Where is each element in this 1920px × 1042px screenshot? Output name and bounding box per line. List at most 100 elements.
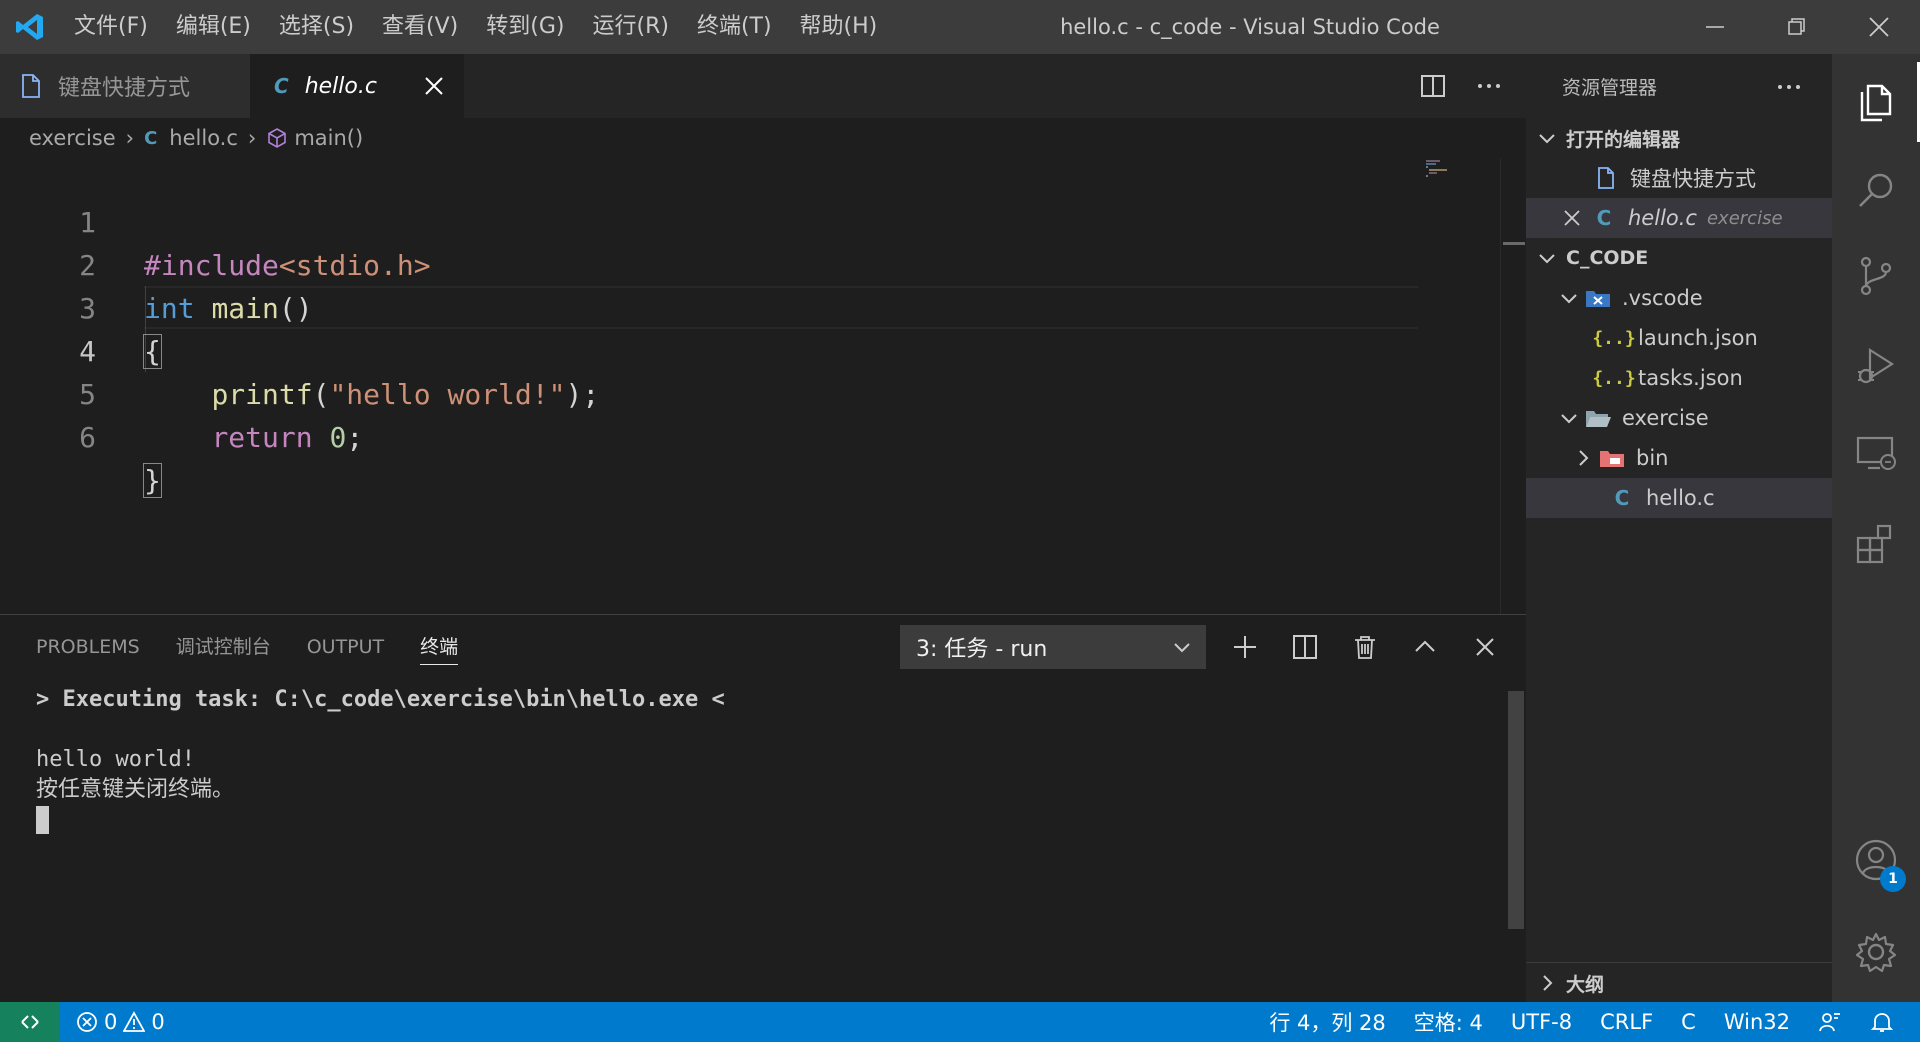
minimize-icon — [1706, 26, 1724, 28]
run-debug-button[interactable] — [1832, 326, 1920, 406]
minimize-button[interactable] — [1674, 0, 1756, 54]
chevron-down-icon — [1174, 643, 1190, 653]
tab-output[interactable]: OUTPUT — [307, 615, 384, 679]
editor-scrollbar[interactable] — [1500, 158, 1526, 614]
close-panel-icon[interactable] — [1472, 634, 1498, 660]
breadcrumb: exercise › C hello.c › main() — [0, 118, 1526, 158]
tab-close-icon[interactable] — [422, 74, 446, 98]
run-debug-icon — [1858, 347, 1895, 384]
scroll-position-marker — [1503, 242, 1525, 245]
tab-keyboard-shortcuts[interactable]: 键盘快捷方式 — [0, 54, 250, 118]
tree-item-tasks-json[interactable]: {..} tasks.json — [1526, 358, 1832, 398]
error-icon — [77, 1012, 97, 1032]
menu-help[interactable]: 帮助(H) — [786, 0, 892, 54]
section-title: 打开的编辑器 — [1566, 128, 1681, 151]
matched-brace: } — [143, 463, 162, 498]
cursor-position[interactable]: 行 4，列 28 — [1269, 1007, 1385, 1037]
more-actions-icon[interactable] — [1776, 74, 1802, 100]
breadcrumb-folder[interactable]: exercise — [29, 126, 116, 150]
code-editor[interactable]: 1 #include<stdio.h> 2 int main() 3 { 4 p… — [0, 158, 1500, 614]
terminal-output[interactable]: > Executing task: C:\c_code\exercise\bin… — [36, 685, 725, 835]
open-editor-keyboard-shortcuts[interactable]: 键盘快捷方式 — [1526, 158, 1832, 198]
tab-debug-console[interactable]: 调试控制台 — [176, 615, 271, 679]
indentation[interactable]: 空格: 4 — [1414, 1007, 1483, 1037]
tree-item-label: hello.c — [1646, 486, 1715, 510]
end-of-line[interactable]: CRLF — [1600, 1010, 1653, 1034]
code-line-4: 4 printf("hello world!"); — [0, 287, 1500, 411]
terminal-scrollbar[interactable] — [1508, 691, 1524, 929]
trash-icon[interactable] — [1352, 634, 1378, 660]
terminal-select[interactable]: 3: 任务 - run — [900, 625, 1206, 669]
bell-icon[interactable] — [1870, 1010, 1894, 1034]
source-control-button[interactable] — [1832, 236, 1920, 316]
explorer-title: 资源管理器 — [1562, 76, 1658, 99]
menu-bar: 文件(F) 编辑(E) 选择(S) 查看(V) 转到(G) 运行(R) 终端(T… — [60, 0, 891, 54]
open-editor-label: 键盘快捷方式 — [1630, 167, 1756, 191]
open-editors-header[interactable]: 打开的编辑器 — [1526, 118, 1832, 158]
tree-item-bin[interactable]: bin — [1526, 438, 1832, 478]
window-controls — [1674, 0, 1920, 54]
number-token: 0 — [329, 421, 347, 454]
panel-actions — [1232, 625, 1498, 669]
accounts-button[interactable]: 1 — [1832, 820, 1920, 900]
menu-file[interactable]: 文件(F) — [60, 0, 162, 54]
punctuation-token: ; — [346, 421, 364, 454]
code-line-5: 5 return 0; — [0, 330, 1500, 454]
search-button[interactable] — [1832, 150, 1920, 230]
bin-folder-icon — [1598, 444, 1626, 472]
encoding[interactable]: UTF-8 — [1511, 1010, 1572, 1034]
explorer-sidebar: 资源管理器 打开的编辑器 键盘快捷方式 C hello.c exercise C… — [1526, 54, 1832, 1002]
feedback-icon[interactable] — [1818, 1010, 1842, 1034]
warning-count: 0 — [151, 1010, 165, 1034]
tree-item-hello-c[interactable]: C hello.c — [1526, 478, 1832, 518]
chevron-right-icon — [1543, 975, 1553, 991]
menu-go[interactable]: 转到(G) — [472, 0, 578, 54]
menu-selection[interactable]: 选择(S) — [265, 0, 368, 54]
workspace-header[interactable]: C_CODE — [1526, 238, 1832, 278]
tab-terminal[interactable]: 终端 — [420, 615, 459, 679]
code-line-6: 6 } — [0, 373, 1500, 498]
status-right: 行 4，列 28 空格: 4 UTF-8 CRLF C Win32 — [1269, 1002, 1920, 1042]
outline-section[interactable]: 大纲 — [1526, 962, 1832, 1002]
platform[interactable]: Win32 — [1724, 1010, 1790, 1034]
tree-item-label: bin — [1636, 446, 1669, 470]
breadcrumb-file[interactable]: hello.c — [169, 126, 238, 150]
chevron-right-icon — [1579, 450, 1589, 466]
tree-item-label: exercise — [1622, 406, 1709, 430]
title-bar: 文件(F) 编辑(E) 选择(S) 查看(V) 转到(G) 运行(R) 终端(T… — [0, 0, 1920, 54]
new-terminal-icon[interactable] — [1232, 634, 1258, 660]
breadcrumb-symbol[interactable]: main() — [294, 126, 363, 150]
tree-item-label: launch.json — [1638, 326, 1758, 350]
split-terminal-icon[interactable] — [1292, 634, 1318, 660]
minimap[interactable] — [1424, 158, 1500, 614]
problems-indicator[interactable]: 0 0 — [76, 1010, 165, 1034]
remote-indicator-button[interactable] — [0, 1002, 60, 1042]
tab-problems[interactable]: PROBLEMS — [36, 615, 140, 679]
more-actions-icon[interactable] — [1476, 73, 1502, 99]
language-mode[interactable]: C — [1681, 1010, 1696, 1034]
menu-terminal[interactable]: 终端(T) — [683, 0, 786, 54]
menu-view[interactable]: 查看(V) — [368, 0, 472, 54]
open-editor-hello-c[interactable]: C hello.c exercise — [1526, 198, 1832, 238]
close-window-button[interactable] — [1838, 0, 1920, 54]
tree-item-vscode[interactable]: .vscode — [1526, 278, 1832, 318]
extensions-button[interactable] — [1832, 504, 1920, 584]
remote-explorer-button[interactable] — [1832, 414, 1920, 494]
menu-edit[interactable]: 编辑(E) — [162, 0, 265, 54]
restore-button[interactable] — [1756, 0, 1838, 54]
vscode-logo-icon — [0, 0, 60, 54]
keyword-token: return — [211, 421, 313, 454]
close-icon[interactable] — [1562, 208, 1582, 228]
menu-run[interactable]: 运行(R) — [578, 0, 682, 54]
tree-item-launch-json[interactable]: {..} launch.json — [1526, 318, 1832, 358]
explorer-button[interactable] — [1832, 62, 1920, 142]
outline-header[interactable]: 大纲 — [1526, 963, 1832, 1003]
warning-icon — [123, 1011, 146, 1032]
split-editor-icon[interactable] — [1420, 73, 1446, 99]
remote-icon — [21, 1015, 39, 1029]
tree-item-exercise[interactable]: exercise — [1526, 398, 1832, 438]
manage-button[interactable] — [1832, 912, 1920, 992]
chevron-down-icon — [1561, 294, 1577, 304]
tab-hello-c[interactable]: C hello.c — [250, 54, 464, 118]
chevron-up-icon[interactable] — [1412, 634, 1438, 660]
